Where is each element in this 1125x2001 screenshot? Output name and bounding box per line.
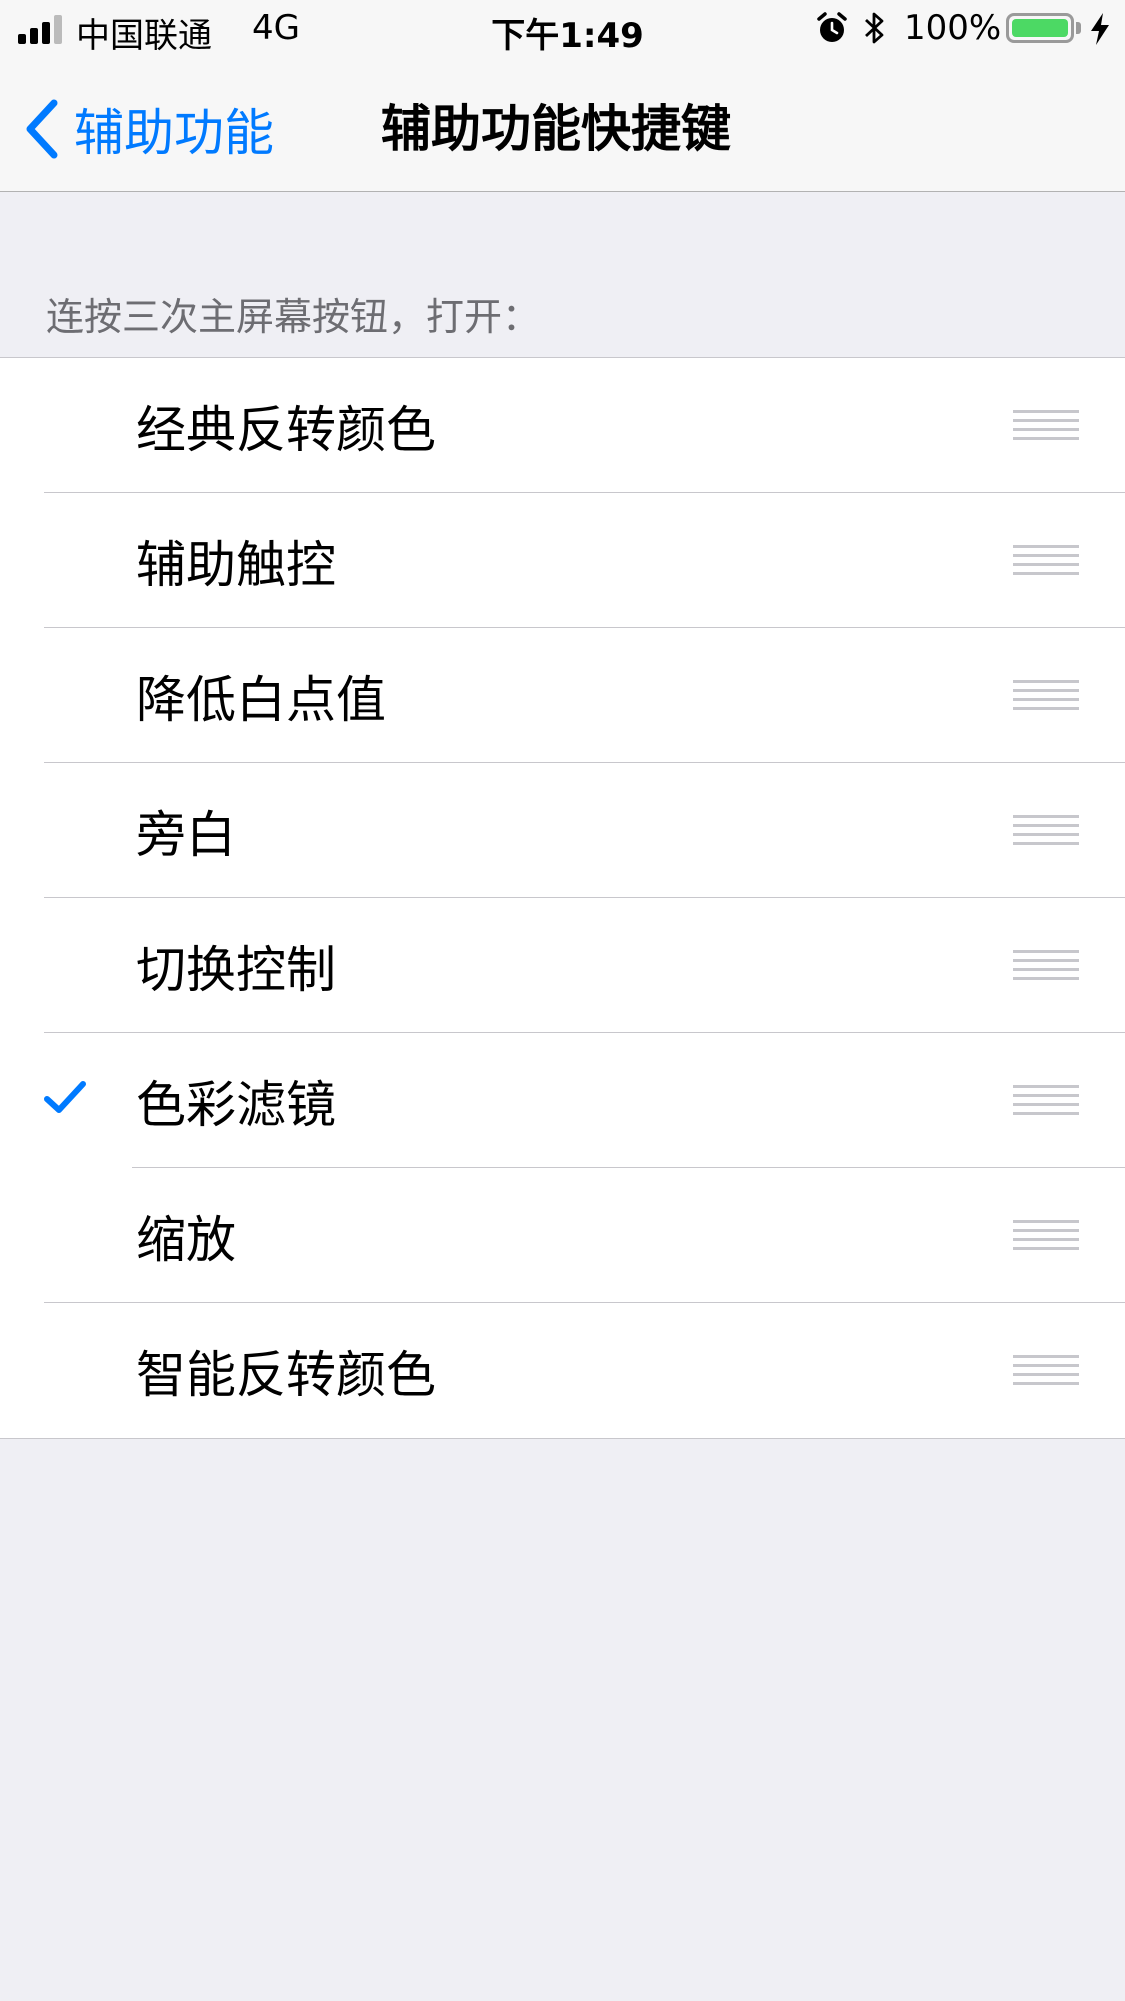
- back-button[interactable]: 辅助功能: [24, 96, 274, 162]
- bluetooth-icon: [865, 12, 884, 44]
- reorder-handle-icon[interactable]: [1013, 679, 1079, 712]
- shortcut-row[interactable]: 切换控制: [0, 898, 1125, 1033]
- shortcut-label: 降低白点值: [136, 670, 386, 729]
- section-header: 连按三次主屏幕按钮，打开：: [46, 295, 541, 339]
- charging-bolt-icon: [1091, 13, 1109, 45]
- reorder-handle-icon[interactable]: [1013, 409, 1079, 442]
- status-bar: 中国联通 4G 下午1:49 100%: [0, 0, 1125, 60]
- shortcut-label: 色彩滤镜: [136, 1075, 336, 1134]
- shortcut-row[interactable]: 旁白: [0, 763, 1125, 898]
- battery-icon: [1006, 13, 1074, 43]
- shortcut-label: 经典反转颜色: [136, 400, 436, 459]
- reorder-handle-icon[interactable]: [1013, 1084, 1079, 1117]
- shortcut-row[interactable]: 辅助触控: [0, 493, 1125, 628]
- alarm-clock-icon: [817, 12, 847, 42]
- navigation-bar: 辅助功能 辅助功能快捷键: [0, 60, 1125, 192]
- shortcut-row[interactable]: 经典反转颜色: [0, 358, 1125, 493]
- shortcut-label: 旁白: [136, 805, 236, 864]
- checkmark-icon: [44, 1081, 86, 1113]
- shortcut-label: 缩放: [136, 1210, 236, 1269]
- chevron-left-icon: [26, 99, 58, 159]
- battery-fill: [1012, 19, 1068, 37]
- shortcut-label: 辅助触控: [136, 535, 336, 594]
- shortcut-label: 智能反转颜色: [136, 1345, 436, 1404]
- shortcut-row[interactable]: 智能反转颜色: [0, 1303, 1125, 1438]
- shortcut-list: 经典反转颜色 辅助触控降低白点值旁白切换控制色彩滤镜缩放智能反转颜色: [0, 357, 1125, 1439]
- shortcut-row[interactable]: 缩放: [0, 1168, 1125, 1303]
- battery-percent: 100%: [904, 8, 1002, 48]
- back-button-label: 辅助功能: [74, 104, 274, 162]
- shortcut-row[interactable]: 色彩滤镜: [0, 1033, 1125, 1168]
- reorder-handle-icon[interactable]: [1013, 1354, 1079, 1387]
- battery-cap: [1076, 22, 1081, 34]
- page-title: 辅助功能快捷键: [381, 100, 731, 158]
- reorder-handle-icon[interactable]: [1013, 544, 1079, 577]
- shortcut-row[interactable]: 降低白点值: [0, 628, 1125, 763]
- shortcut-label: 切换控制: [136, 940, 336, 999]
- reorder-handle-icon[interactable]: [1013, 949, 1079, 982]
- reorder-handle-icon[interactable]: [1013, 814, 1079, 847]
- reorder-handle-icon[interactable]: [1013, 1219, 1079, 1252]
